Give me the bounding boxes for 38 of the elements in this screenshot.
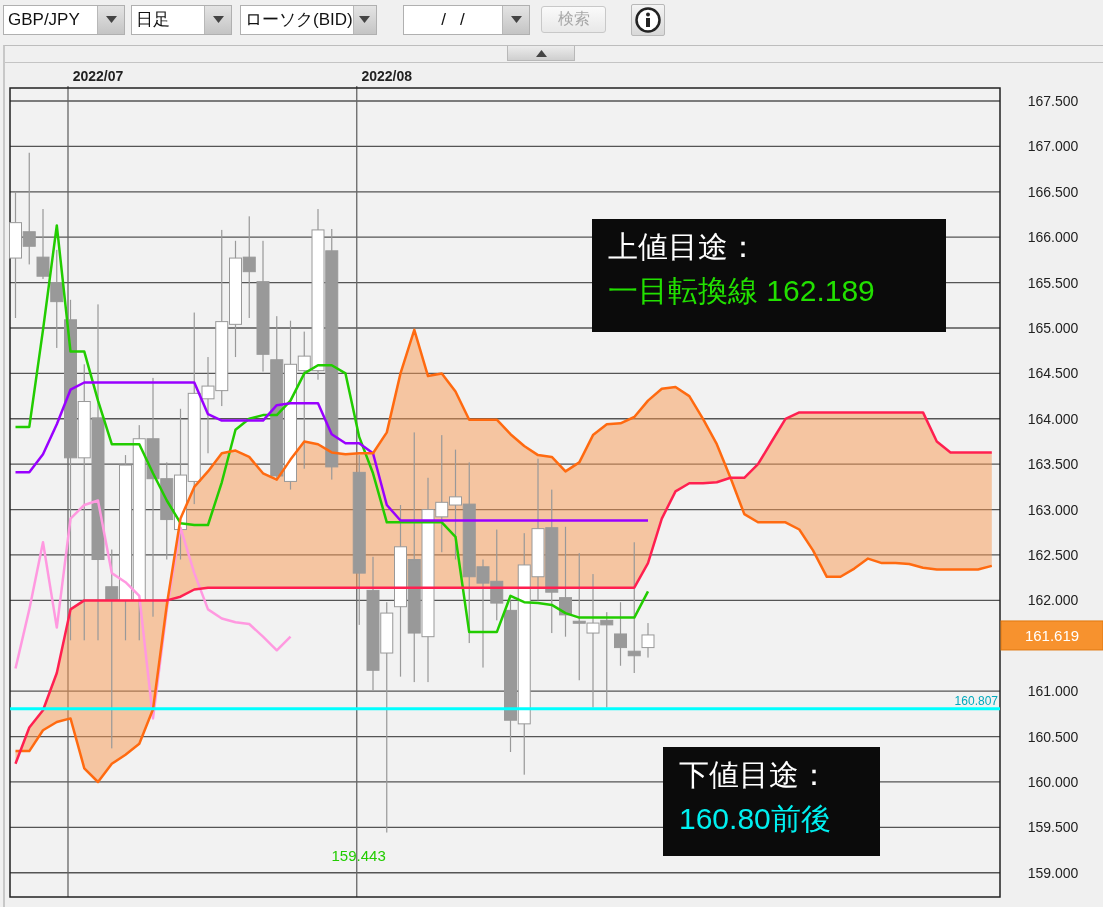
collapse-button[interactable]	[507, 46, 575, 61]
price-label: 159.000	[1027, 864, 1079, 881]
annotation-heading: 上値目途：	[608, 229, 759, 265]
support-line-label: 160.807	[954, 693, 998, 708]
date-field[interactable]: / /	[403, 4, 530, 35]
caret-icon	[105, 16, 117, 23]
price-label: 163.000	[1027, 501, 1079, 518]
caret-icon	[212, 16, 224, 23]
date-label: 2022/07	[72, 68, 124, 84]
price-label: 162.500	[1027, 546, 1079, 563]
annotation-heading: 下値目途：	[679, 757, 830, 793]
low-price-label: 159.443	[331, 846, 386, 864]
annotation-value: 160.80前後	[679, 801, 832, 837]
price-label: 159.500	[1027, 819, 1079, 836]
annotation-value: 一目転換線 162.189	[608, 273, 876, 309]
info-button[interactable]	[631, 3, 665, 36]
price-label: 160.500	[1027, 728, 1079, 745]
caret-icon	[510, 16, 522, 23]
period-dropdown[interactable]: 日足	[131, 4, 232, 35]
price-label: 166.000	[1027, 229, 1079, 246]
price-label: 165.000	[1027, 320, 1079, 336]
price-label: 167.000	[1027, 138, 1079, 155]
price-label: 162.000	[1027, 592, 1079, 609]
caret-icon	[535, 49, 547, 57]
price-label: 166.500	[1027, 183, 1079, 200]
current-price-tag: 161.619	[1000, 620, 1103, 651]
info-icon	[635, 6, 661, 33]
price-label: 164.500	[1027, 365, 1079, 382]
price-label: 161.000	[1027, 683, 1079, 700]
currency-pair-dropdown[interactable]: GBP/JPY	[3, 4, 125, 35]
price-label: 160.000	[1027, 773, 1079, 790]
price-label: 167.500	[1027, 93, 1079, 109]
price-label: 163.500	[1027, 456, 1079, 473]
date-label: 2022/08	[361, 68, 413, 84]
chart-type-dropdown[interactable]: ローソク(BID)	[240, 4, 377, 35]
price-label: 164.000	[1027, 410, 1079, 427]
caret-icon	[359, 16, 371, 23]
price-label: 165.500	[1027, 274, 1079, 291]
